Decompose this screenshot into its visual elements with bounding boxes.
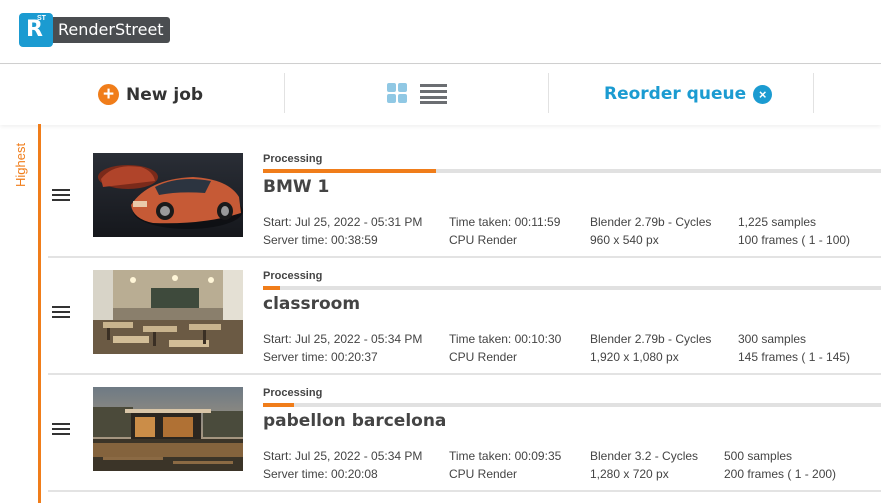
renderstreet-logo[interactable]: R ST RenderStreet: [19, 13, 170, 47]
priority-label: Highest: [13, 142, 28, 187]
job-time-taken: Time taken: 00:10:30: [449, 332, 562, 346]
job-frames: 145 frames ( 1 - 145): [738, 350, 851, 364]
job-row[interactable]: Processing classroom Start: Jul 25, 2022…: [48, 258, 881, 375]
job-render-type: CPU Render: [449, 350, 518, 364]
logo-mark-superscript: ST: [37, 15, 46, 22]
queue-toolbar: + New job Reorder queue ×: [0, 65, 881, 125]
job-samples: 500 samples: [724, 449, 793, 463]
job-thumbnail-bmw[interactable]: [93, 153, 243, 237]
job-frames: 100 frames ( 1 - 100): [738, 233, 851, 247]
job-server-time: Server time: 00:20:37: [263, 350, 378, 364]
job-thumbnail-pabellon[interactable]: [93, 387, 243, 471]
toolbar-divider: [548, 73, 549, 113]
job-frames: 200 frames ( 1 - 200): [724, 467, 837, 481]
job-samples: 300 samples: [738, 332, 807, 346]
job-progress-bar: [263, 403, 881, 407]
toolbar-divider: [813, 73, 814, 113]
job-status: Processing: [263, 270, 323, 282]
job-status: Processing: [263, 387, 323, 399]
job-time-taken: Time taken: 00:11:59: [449, 215, 561, 229]
job-progress-bar: [263, 286, 881, 290]
job-name[interactable]: BMW 1: [263, 177, 329, 197]
new-job-button[interactable]: + New job: [98, 84, 203, 105]
job-row[interactable]: Processing pabellon barcelona Start: Jul…: [48, 375, 881, 492]
drag-handle-icon[interactable]: [52, 189, 70, 202]
close-circle-icon[interactable]: ×: [753, 84, 773, 104]
list-view-icon[interactable]: [420, 84, 447, 104]
job-name[interactable]: classroom: [263, 294, 360, 314]
logo-wordmark: RenderStreet: [53, 17, 170, 43]
job-engine: Blender 2.79b - Cycles: [590, 332, 712, 346]
job-resolution: 1,280 x 720 px: [590, 467, 669, 481]
job-engine: Blender 3.2 - Cycles: [590, 449, 699, 463]
job-status: Processing: [263, 153, 323, 165]
top-bar: R ST RenderStreet: [0, 0, 881, 64]
job-samples: 1,225 samples: [738, 215, 817, 229]
drag-handle-icon[interactable]: [52, 306, 70, 319]
job-start: Start: Jul 25, 2022 - 05:34 PM: [263, 332, 423, 346]
grid-view-icon[interactable]: [387, 83, 408, 104]
job-name[interactable]: pabellon barcelona: [263, 411, 446, 431]
logo-mark-icon: R ST: [19, 13, 53, 47]
job-start: Start: Jul 25, 2022 - 05:31 PM: [263, 215, 423, 229]
priority-rail: [38, 124, 41, 503]
job-row[interactable]: Processing BMW 1 Start: Jul 25, 2022 - 0…: [48, 141, 881, 258]
drag-handle-icon[interactable]: [52, 423, 70, 436]
job-resolution: 960 x 540 px: [590, 233, 659, 247]
job-progress-bar: [263, 169, 881, 173]
job-time-taken: Time taken: 00:09:35: [449, 449, 562, 463]
job-thumbnail-classroom[interactable]: [93, 270, 243, 354]
plus-circle-icon: +: [98, 84, 119, 105]
reorder-queue-button[interactable]: Reorder queue ×: [604, 84, 773, 104]
job-engine: Blender 2.79b - Cycles: [590, 215, 712, 229]
job-server-time: Server time: 00:20:08: [263, 467, 378, 481]
job-server-time: Server time: 00:38:59: [263, 233, 378, 247]
job-resolution: 1,920 x 1,080 px: [590, 350, 679, 364]
new-job-label: New job: [126, 84, 204, 105]
job-render-type: CPU Render: [449, 233, 518, 247]
job-start: Start: Jul 25, 2022 - 05:34 PM: [263, 449, 423, 463]
reorder-queue-label: Reorder queue: [604, 84, 747, 104]
toolbar-divider: [284, 73, 285, 113]
job-render-type: CPU Render: [449, 467, 518, 481]
